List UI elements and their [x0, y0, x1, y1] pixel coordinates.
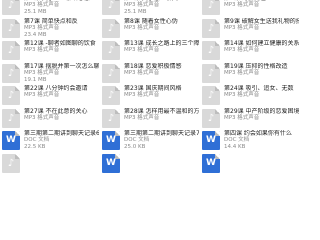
file-name: 第27课 不在此意的关心: [24, 107, 88, 115]
music-note-icon: ♪: [202, 0, 220, 15]
file-type: MP3 格式声音: [24, 24, 60, 31]
word-document-icon: W: [202, 153, 220, 173]
file-item[interactable]: ♪ 第14课 如何建立健康的关系 MP3 格式声音: [200, 39, 300, 62]
file-type: MP3 格式声音: [224, 114, 260, 121]
file-item[interactable]: W 第三期第二期讲到聊天记录7 DOC 文档 25.0 KB: [100, 129, 200, 152]
file-item[interactable]: W: [100, 152, 200, 175]
file-name: 第12课 -聊者如图聊的饮食: [24, 40, 96, 47]
file-item[interactable]: W 第三期第二期讲到聊天记录6 DOC 文档 22.5 KB: [0, 129, 100, 152]
file-item[interactable]: ♪第2课 关于一丝慕暗心态MP3 格式声音25.1 MB: [0, 0, 100, 17]
file-name: 第8课 随着女性心伪: [124, 17, 178, 25]
file-type: MP3 格式声音: [124, 92, 160, 98]
word-document-icon: W: [102, 153, 120, 173]
music-note-icon: ♪: [2, 108, 20, 128]
file-name: 第18课 恋爱积极情感: [124, 62, 182, 70]
file-type: MP3 格式声音: [24, 114, 60, 121]
music-note-icon: ♪: [2, 18, 20, 38]
file-name: 第9课 破解女生送我礼物的技巧: [224, 17, 299, 25]
music-note-icon: ♪: [102, 86, 120, 105]
file-item[interactable]: ♪ 第19课 压抑的性格改造 MP3 格式声音: [200, 62, 300, 85]
file-name: 第三期第二期讲到聊天记录7: [124, 130, 199, 137]
file-name: 第14课 如何建立健康的关系: [224, 40, 299, 47]
music-note-icon: ♪: [102, 0, 120, 15]
file-item[interactable]: ♪ 第28课 怎样用最不温和的方式 MP3 格式声音: [100, 107, 200, 130]
file-item[interactable]: ♪ 第24课 吸引、追女、无数 MP3 格式声音: [200, 84, 300, 107]
file-item[interactable]: ♪ 第13课 成长之路上的三个障碍 MP3 格式声音: [100, 39, 200, 62]
file-type: DOC 文档: [224, 137, 250, 143]
file-type: MP3 格式声音: [24, 2, 60, 8]
file-size: 19.1 MB: [24, 76, 47, 83]
file-item[interactable]: ♪ 第12课 -聊者如图聊的饮食 MP3 格式声音: [0, 39, 100, 62]
file-type: MP3 格式声音: [124, 47, 160, 53]
file-type: DOC 文档: [24, 137, 50, 143]
file-type: MP3 格式声音: [224, 2, 260, 8]
file-item[interactable]: ♪ 第23课 国庆期间风格 MP3 格式声音: [100, 84, 200, 107]
music-note-icon: ♪: [102, 63, 120, 83]
file-size: 23.4 MB: [24, 31, 47, 38]
file-size: 25.1 MB: [24, 9, 47, 15]
music-note-icon: ♪: [202, 86, 220, 105]
word-document-icon: W: [2, 131, 20, 150]
music-note-icon: ♪: [2, 41, 20, 60]
music-note-icon: ♪: [102, 41, 120, 60]
file-type: MP3 格式声音: [124, 114, 160, 121]
file-size: 25.1 MB: [124, 9, 147, 15]
file-size: 25.0 KB: [124, 144, 146, 150]
file-item[interactable]: ♪第4课 约会流程MP3 格式声音: [200, 0, 300, 17]
file-grid: ♪第2课 关于一丝慕暗心态MP3 格式声音25.1 MB♪第3课 关于怎么聊天M…: [0, 0, 300, 194]
file-item[interactable]: ♪第3课 关于怎么聊天MP3 格式声音25.1 MB: [100, 0, 200, 17]
file-item[interactable]: ♪ 第22课 八分钟约会邀请 MP3 格式声音: [0, 84, 100, 107]
word-document-icon: W: [102, 131, 120, 150]
file-size: 22.5 KB: [24, 144, 46, 150]
file-type: MP3 格式声音: [124, 24, 160, 31]
file-item[interactable]: ♪ 第27课 不在此意的关心 MP3 格式声音: [0, 107, 100, 130]
music-note-icon: ♪: [102, 108, 120, 128]
file-type: MP3 格式声音: [224, 24, 260, 31]
file-item[interactable]: ♪ 第9课 破解女生送我礼物的技巧MP3 格式声音: [200, 17, 300, 40]
file-item[interactable]: ♪: [0, 152, 100, 175]
file-name: 第三期第二期讲到聊天记录6: [24, 130, 99, 137]
file-item[interactable]: W 第四课 约会如果你有什么 DOC 文档 14.4 KB: [200, 129, 300, 152]
file-type: DOC 文档: [124, 137, 150, 143]
music-note-icon: ♪: [102, 18, 120, 38]
file-type: MP3 格式声音: [24, 47, 60, 53]
file-type: MP3 格式声音: [124, 2, 160, 8]
file-type: MP3 格式声音: [24, 92, 60, 98]
music-note-icon: ♪: [2, 153, 20, 173]
file-type: MP3 格式声音: [224, 92, 260, 98]
file-name: 第22课 八分钟约会邀请: [24, 85, 88, 92]
file-item[interactable]: ♪ 第17课 摆脱并第一次怎么聊天 MP3 格式声音 19.1 MB: [0, 62, 100, 85]
file-name: 第7课 简单快点和反: [24, 17, 78, 25]
file-name: 第29课 中产阶级的恋爱困境: [224, 107, 299, 115]
file-type: MP3 格式声音: [124, 69, 160, 76]
file-item[interactable]: ♪ 第29课 中产阶级的恋爱困境 MP3 格式声音: [200, 107, 300, 130]
music-note-icon: ♪: [202, 18, 220, 38]
file-size: 14.4 KB: [224, 144, 246, 150]
music-note-icon: ♪: [2, 86, 20, 105]
file-name: 第28课 怎样用最不温和的方式: [124, 107, 199, 115]
file-type: MP3 格式声音: [224, 69, 260, 76]
music-note-icon: ♪: [2, 0, 20, 15]
music-note-icon: ♪: [2, 63, 20, 83]
file-name: 第19课 压抑的性格改造: [224, 62, 288, 70]
file-item[interactable]: W: [200, 152, 300, 175]
file-name: 第24课 吸引、追女、无数: [224, 85, 294, 92]
music-note-icon: ♪: [202, 63, 220, 83]
file-item[interactable]: ♪ 第18课 恋爱积极情感 MP3 格式声音: [100, 62, 200, 85]
file-item[interactable]: ♪ 第7课 简单快点和反 MP3 格式声音 23.4 MB: [0, 17, 100, 40]
music-note-icon: ♪: [202, 41, 220, 60]
file-type: MP3 格式声音: [224, 47, 260, 53]
file-name: 第23课 国庆期间风格: [124, 85, 182, 92]
music-note-icon: ♪: [202, 108, 220, 128]
file-name: 第13课 成长之路上的三个障碍: [124, 40, 199, 47]
word-document-icon: W: [202, 131, 220, 150]
file-name: 第四课 约会如果你有什么: [224, 130, 292, 137]
file-name: 第17课 摆脱并第一次怎么聊天: [24, 62, 99, 70]
file-item[interactable]: ♪ 第8课 随着女性心伪 MP3 格式声音: [100, 17, 200, 40]
file-type: MP3 格式声音: [24, 69, 60, 76]
